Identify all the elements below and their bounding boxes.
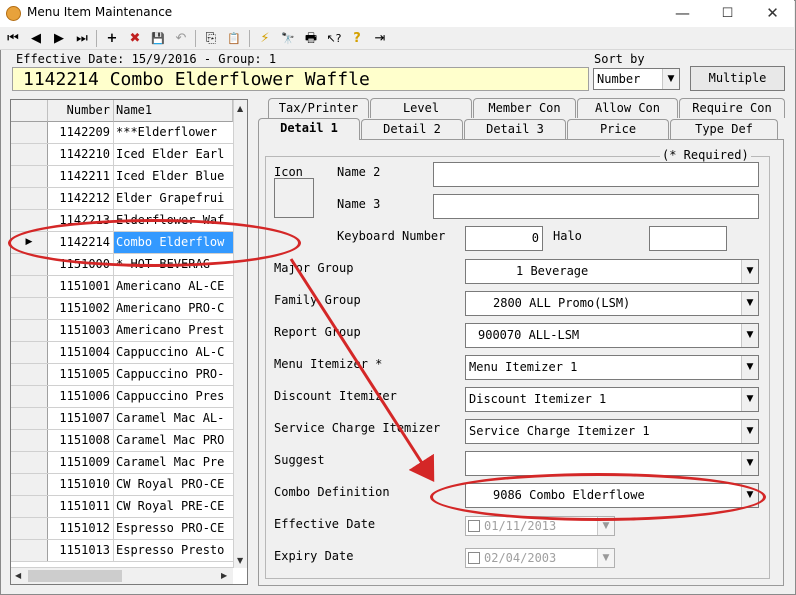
annotation-arrow <box>289 258 435 483</box>
arrow-line <box>289 258 435 483</box>
